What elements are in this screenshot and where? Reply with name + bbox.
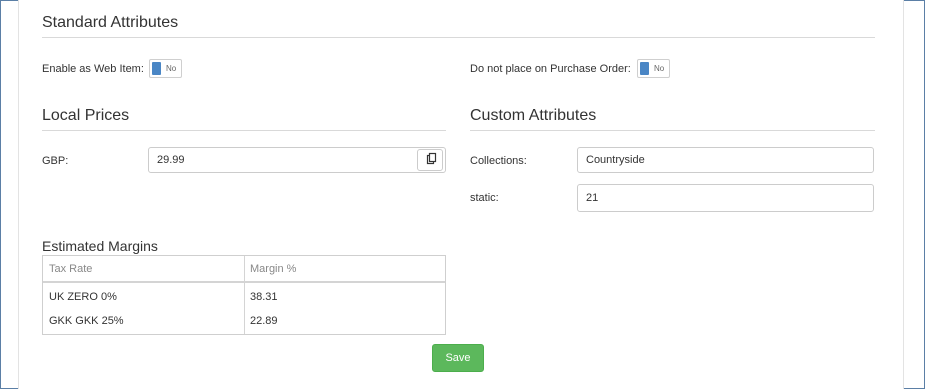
margins-table: Tax Rate Margin % UK ZERO 0% 38.31 GKK G… [42, 255, 446, 335]
column-header-margin: Margin % [250, 263, 297, 275]
collections-label: Collections: [470, 155, 527, 167]
copy-price-button[interactable] [417, 149, 443, 171]
table-cell-margin: 38.31 [250, 291, 278, 303]
custom-attributes-title: Custom Attributes [470, 107, 597, 124]
gbp-price-input[interactable]: 29.99 [148, 147, 446, 173]
table-cell-tax-rate: GKK GKK 25% [49, 315, 124, 327]
estimated-margins-title: Estimated Margins [42, 238, 158, 254]
section-divider [470, 130, 875, 131]
web-item-toggle[interactable]: No [149, 59, 182, 78]
collections-value: Countryside [586, 154, 645, 166]
section-divider [42, 130, 446, 131]
purchase-order-toggle[interactable]: No [637, 59, 670, 78]
toggle-state: No [654, 64, 665, 73]
gbp-price-value: 29.99 [157, 154, 185, 166]
static-label: static: [470, 192, 499, 204]
collections-input[interactable]: Countryside [577, 147, 874, 173]
table-cell-tax-rate: UK ZERO 0% [49, 291, 117, 303]
gbp-label: GBP: [42, 155, 69, 167]
copy-icon [426, 152, 437, 165]
static-value: 21 [586, 192, 599, 204]
column-header-tax-rate: Tax Rate [49, 263, 93, 275]
section-divider [42, 37, 875, 38]
web-item-label: Enable as Web Item: [42, 63, 144, 75]
local-prices-title: Local Prices [42, 107, 130, 124]
save-button[interactable]: Save [432, 344, 484, 372]
purchase-order-label: Do not place on Purchase Order: [470, 63, 631, 75]
toggle-state: No [166, 64, 177, 73]
table-cell-margin: 22.89 [250, 315, 278, 327]
standard-attributes-title: Standard Attributes [42, 14, 179, 31]
toggle-knob [640, 62, 649, 75]
toggle-knob [152, 62, 161, 75]
static-input[interactable]: 21 [577, 184, 874, 212]
